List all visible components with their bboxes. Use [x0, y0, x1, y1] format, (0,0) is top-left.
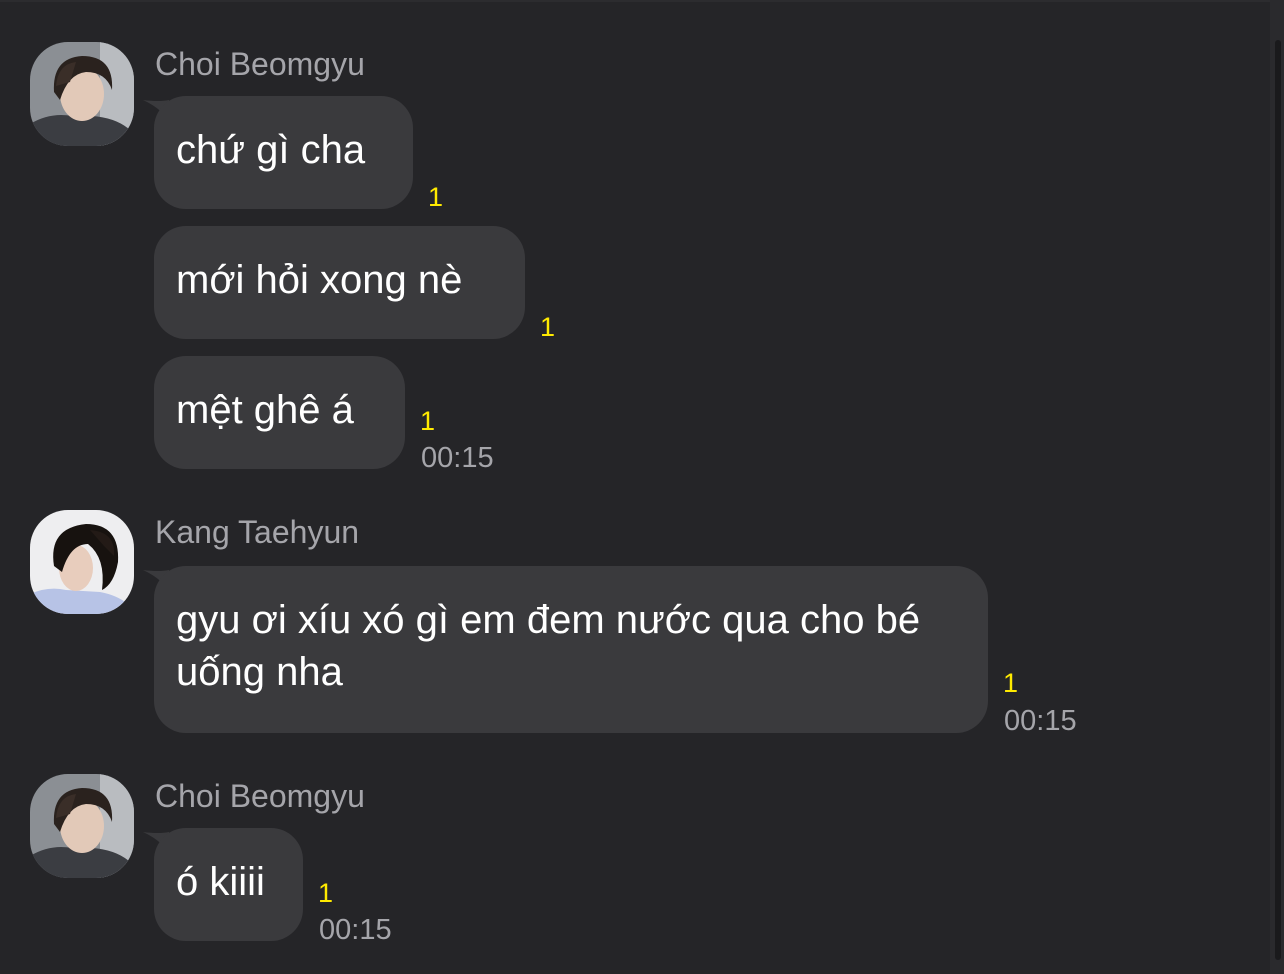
message-text: chứ gì cha: [176, 128, 366, 172]
profile-photo-icon: [30, 42, 134, 146]
unread-count: 1: [1003, 668, 1019, 698]
message-bubble[interactable]: mới hỏi xong nè: [154, 226, 525, 339]
unread-count: 1: [318, 878, 334, 908]
sender-name: Choi Beomgyu: [155, 778, 365, 814]
message-bubble[interactable]: ó kiiii: [154, 828, 303, 941]
timestamp: 00:15: [319, 914, 392, 946]
message-text: gyu ơi xíu xó gì em đem nước qua cho bé …: [176, 598, 921, 694]
beomgyu-avatar[interactable]: [30, 42, 134, 146]
sender-name: Kang Taehyun: [155, 514, 360, 550]
profile-photo-icon: [30, 510, 134, 614]
header-divider: [0, 0, 1284, 2]
beomgyu-avatar[interactable]: [30, 774, 134, 878]
unread-count: 1: [540, 312, 556, 342]
scrollbar-thumb[interactable]: [1275, 40, 1281, 960]
taehyun-avatar[interactable]: [30, 510, 134, 614]
message-text: ó kiiii: [176, 860, 265, 904]
message-text: mới hỏi xong nè: [176, 258, 463, 302]
message-bubble[interactable]: gyu ơi xíu xó gì em đem nước qua cho bé …: [154, 566, 988, 733]
message-bubble[interactable]: chứ gì cha: [154, 96, 413, 209]
message-bubble[interactable]: mệt ghê á: [154, 356, 405, 469]
unread-count: 1: [428, 182, 444, 212]
chat-window[interactable]: Choi Beomgyu chứ gì cha 1 mới hỏi xong n…: [0, 0, 1284, 974]
profile-photo-icon: [30, 774, 134, 878]
timestamp: 00:15: [1004, 705, 1077, 737]
scrollbar[interactable]: [1270, 0, 1284, 974]
unread-count: 1: [420, 406, 436, 436]
timestamp: 00:15: [421, 442, 494, 474]
message-text: mệt ghê á: [176, 388, 354, 432]
sender-name: Choi Beomgyu: [155, 46, 365, 82]
